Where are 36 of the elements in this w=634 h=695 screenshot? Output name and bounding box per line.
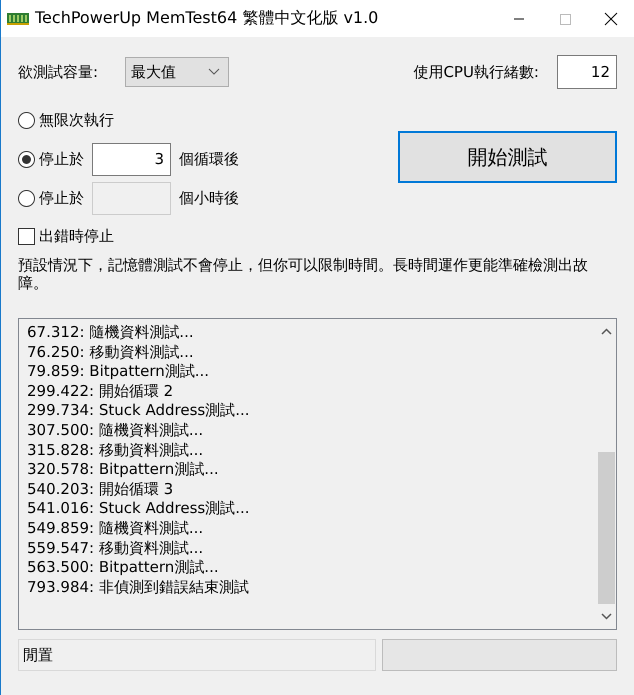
log-line: 549.859: 隨機資料測試... [27,518,204,539]
checkbox-label: 出錯時停止 [39,227,114,246]
capacity-label: 欲測試容量: [18,62,98,82]
radio-label: 停止於 [39,188,84,208]
unit-label: 個小時後 [179,188,239,208]
log-line: 67.312: 隨機資料測試... [27,323,195,343]
log-line: 559.547: 移動資料測試... [27,538,204,558]
checkbox[interactable] [18,228,35,245]
threads-field[interactable]: 12 [557,55,617,89]
capacity-dropdown[interactable]: 最大值 [125,57,230,87]
log-line: 540.203: 開始循環 3 [27,480,174,500]
log-line: 79.859: Bitpattern測試... [27,362,210,382]
radio-button[interactable] [18,190,35,206]
log-line: 541.016: Stuck Address測試... [27,499,251,519]
log-line: 793.984: 非偵測到錯誤結束測試 [27,578,250,598]
radio-label: 無限次執行 [39,110,114,130]
start-test-button[interactable]: 開始測試 [398,131,617,183]
threads-label: 使用CPU執行緒數: [413,62,539,82]
status-text: 閒置 [18,639,376,671]
log-line: 299.422: 開始循環 2 [27,382,174,402]
chevron-down-icon [208,68,220,76]
radio-label: 停止於 [39,150,84,168]
log-line: 563.500: Bitpattern測試... [27,558,220,578]
radio-button[interactable] [18,112,35,128]
log-line: 315.828: 移動資料測試... [27,440,204,460]
log-line: 320.578: Bitpattern測試... [27,460,220,480]
log-line: 299.734: Stuck Address測試... [27,401,251,421]
log-line: 76.250: 移動資料測試... [27,342,195,362]
description-text: 預設情況下，記憶體測試不會停止，但你可以限制時間。長時間運作更能準確檢測出故障。 [18,256,589,292]
unit-label: 個循環後 [179,150,239,168]
radio-button[interactable] [18,150,35,168]
window-title: TechPowerUp MemTest64 繁體中文化版 v1.0 [35,8,378,29]
limit-field[interactable]: 3 [92,142,171,176]
memory-chip-icon [7,12,29,26]
log-line: 307.500: 隨機資料測試... [27,420,204,441]
scroll-thumb[interactable] [598,452,615,604]
